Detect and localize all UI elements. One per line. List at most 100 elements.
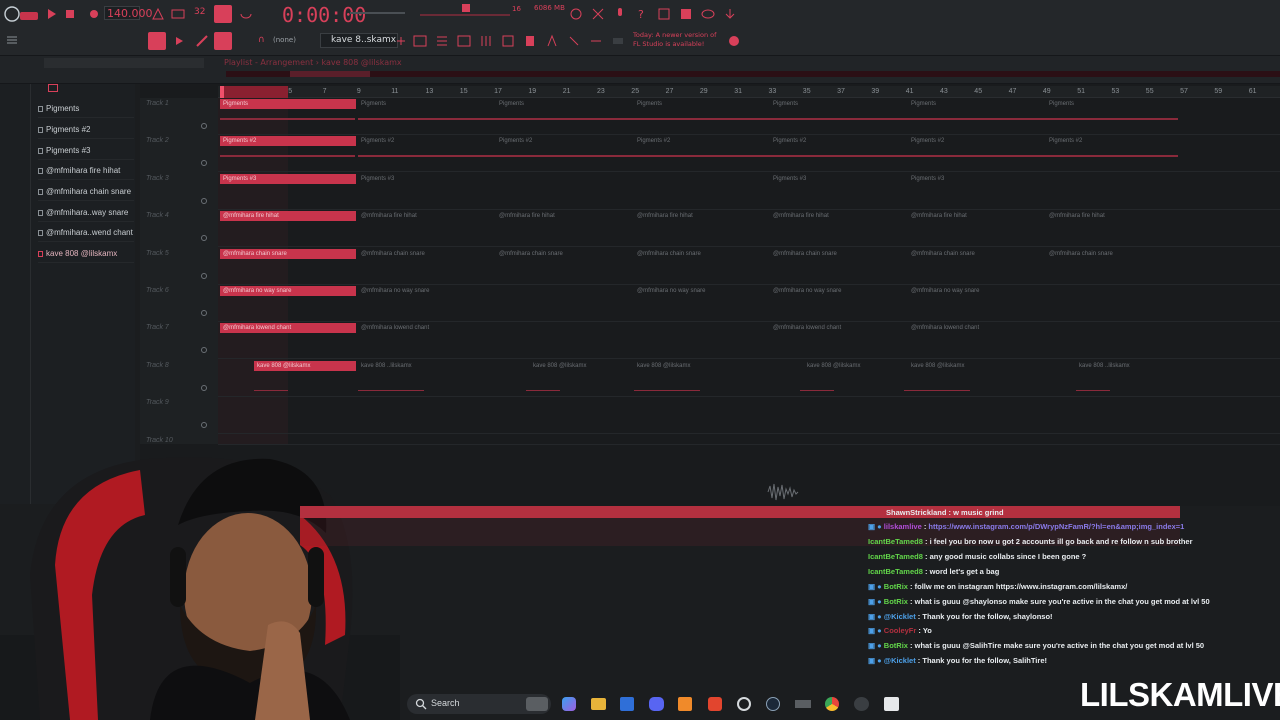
chat-username[interactable]: IcantBeTamed8	[868, 567, 923, 576]
pattern-clip[interactable]: @mfmihara chain snare	[358, 249, 488, 259]
loop-icon[interactable]	[238, 6, 254, 22]
pattern-clip[interactable]: @mfmihara no way snare	[634, 286, 764, 296]
pattern-clip[interactable]: Pigments	[634, 99, 764, 109]
browser-item-selected[interactable]: kave 808 @lilskamx	[38, 245, 134, 263]
time-display[interactable]: 0:00:00	[282, 5, 366, 25]
pattern-clip-selected[interactable]: Pigments #2	[220, 136, 356, 147]
plugin-picker-icon[interactable]	[522, 33, 538, 49]
pattern-clip[interactable]: @mfmihara lowend chant	[770, 323, 900, 333]
track-label[interactable]: Track 8	[146, 362, 169, 369]
pattern-clip[interactable]: @mfmihara fire hihat	[496, 211, 626, 221]
metronome-icon[interactable]	[150, 6, 166, 22]
chat-icon[interactable]	[700, 6, 716, 22]
step-icon[interactable]: 32	[194, 8, 205, 17]
track-label[interactable]: Track 9	[146, 399, 169, 406]
pattern-clip[interactable]: @mfmihara no way snare	[908, 286, 1038, 296]
tools-icon[interactable]	[590, 6, 606, 22]
pattern-clip[interactable]: Pigments #2	[770, 136, 900, 146]
pattern-clip[interactable]: @mfmihara fire hihat	[358, 211, 488, 221]
chat-username[interactable]: ShawnStrickland	[886, 508, 946, 517]
master-volume-slider[interactable]	[350, 12, 405, 14]
loop-region[interactable]	[220, 86, 288, 98]
pattern-clip[interactable]: @mfmihara fire hihat	[634, 211, 764, 221]
channel-rack-icon[interactable]	[434, 33, 450, 49]
pattern-clip-selected[interactable]: kave 808 @lilskamx	[254, 360, 356, 371]
browser-item[interactable]: Pigments #2	[38, 121, 134, 139]
audio-clip-thumbnail[interactable]	[766, 480, 802, 504]
pattern-clip[interactable]: Pigments	[1046, 99, 1176, 109]
pattern-clip-selected[interactable]: Pigments #3	[220, 173, 356, 184]
snap-select[interactable]: (none)	[273, 37, 296, 44]
pattern-clip[interactable]: @mfmihara lowend chant	[358, 323, 488, 333]
chrome-icon[interactable]	[825, 697, 839, 711]
playhead-marker[interactable]	[220, 86, 224, 98]
pattern-clip-selected[interactable]: @mfmihara fire hihat	[220, 211, 356, 222]
chat-username[interactable]: IcantBeTamed8	[868, 537, 923, 546]
browser-item[interactable]: @mfmihara..wend chant	[38, 224, 134, 242]
browser-item[interactable]: Pigments #3	[38, 142, 134, 160]
track-label[interactable]: Track 5	[146, 250, 169, 257]
pattern-clip[interactable]: @mfmihara lowend chant	[908, 323, 1038, 333]
pattern-song-toggle[interactable]	[214, 5, 232, 23]
script-icon[interactable]	[544, 33, 560, 49]
chat-username[interactable]: BotRix	[884, 641, 908, 650]
pattern-clip[interactable]: @mfmihara no way snare	[770, 286, 900, 296]
track-mute-button[interactable]	[201, 310, 207, 316]
playlist-scroll-thumb[interactable]	[290, 71, 370, 77]
playlist-scrollbar[interactable]	[226, 71, 1280, 77]
app-icon[interactable]	[795, 700, 811, 708]
update-icon[interactable]	[726, 33, 742, 49]
track-mute-button[interactable]	[201, 272, 207, 279]
stop-button[interactable]	[62, 6, 78, 22]
fl-logo-icon[interactable]	[2, 3, 38, 23]
track-mute-button[interactable]	[201, 384, 207, 391]
pattern-clip[interactable]: kave 808 @lilskamx	[908, 361, 1038, 371]
pattern-clip[interactable]: Pigments	[358, 99, 488, 109]
pattern-clip[interactable]: @mfmihara fire hihat	[908, 211, 1038, 221]
pattern-clip[interactable]: @mfmihara chain snare	[908, 249, 1038, 259]
pattern-clip[interactable]: Pigments #3	[908, 174, 1038, 184]
tempo-tap-icon[interactable]	[588, 33, 604, 49]
4k-app-icon[interactable]	[854, 697, 869, 711]
pattern-add-icon[interactable]	[393, 33, 409, 49]
pattern-clip[interactable]: @mfmihara chain snare	[496, 249, 626, 259]
fl-studio-icon[interactable]	[678, 697, 692, 711]
track-lane[interactable]	[218, 397, 1280, 435]
mic-icon[interactable]	[612, 6, 628, 22]
chat-username[interactable]: BotRix	[884, 582, 908, 591]
track-label[interactable]: Track 3	[146, 175, 169, 182]
pattern-clip-selected[interactable]: @mfmihara no way snare	[220, 286, 356, 296]
chat-username[interactable]: BotRix	[884, 597, 908, 606]
touch-icon[interactable]	[566, 33, 582, 49]
pattern-clip-selected[interactable]: Pigments	[220, 99, 356, 109]
help-icon[interactable]: ?	[634, 6, 650, 22]
pattern-clip-selected[interactable]: @mfmihara chain snare	[220, 248, 356, 259]
pattern-clip[interactable]: @mfmihara fire hihat	[770, 211, 900, 221]
menu-icon[interactable]	[4, 32, 20, 48]
update-hint-line2[interactable]: FL Studio is available!	[633, 41, 704, 48]
obs-icon[interactable]	[737, 697, 751, 711]
track-label[interactable]: Track 7	[146, 324, 169, 331]
browser-header-icon[interactable]	[48, 84, 58, 92]
track-label[interactable]: Track 10	[146, 437, 173, 444]
chat-username[interactable]: @Kicklet	[884, 612, 916, 621]
arrow-right-icon[interactable]	[172, 33, 188, 49]
steam-icon[interactable]	[766, 697, 780, 711]
eq-icon[interactable]	[478, 33, 494, 49]
timeline-ruler[interactable]	[218, 86, 1280, 98]
pattern-clip[interactable]: Pigments	[770, 99, 900, 109]
record-button[interactable]	[86, 6, 102, 22]
pattern-clip[interactable]: Pigments #2	[1046, 136, 1176, 146]
piano-roll-button[interactable]	[148, 32, 166, 50]
download-icon[interactable]	[722, 6, 738, 22]
pencil-icon[interactable]	[194, 33, 210, 49]
browser-item[interactable]: @mfmihara fire hihat	[38, 162, 134, 180]
plugin-icon[interactable]	[678, 6, 694, 22]
taskbar-widget-icon[interactable]	[526, 697, 548, 711]
pattern-clip[interactable]: Pigments #3	[770, 174, 900, 184]
store-icon[interactable]	[620, 697, 634, 711]
track-mute-button[interactable]	[201, 197, 207, 204]
save-icon[interactable]	[656, 6, 672, 22]
file-explorer-icon[interactable]	[591, 698, 606, 710]
pattern-clip[interactable]: Pigments	[496, 99, 626, 109]
